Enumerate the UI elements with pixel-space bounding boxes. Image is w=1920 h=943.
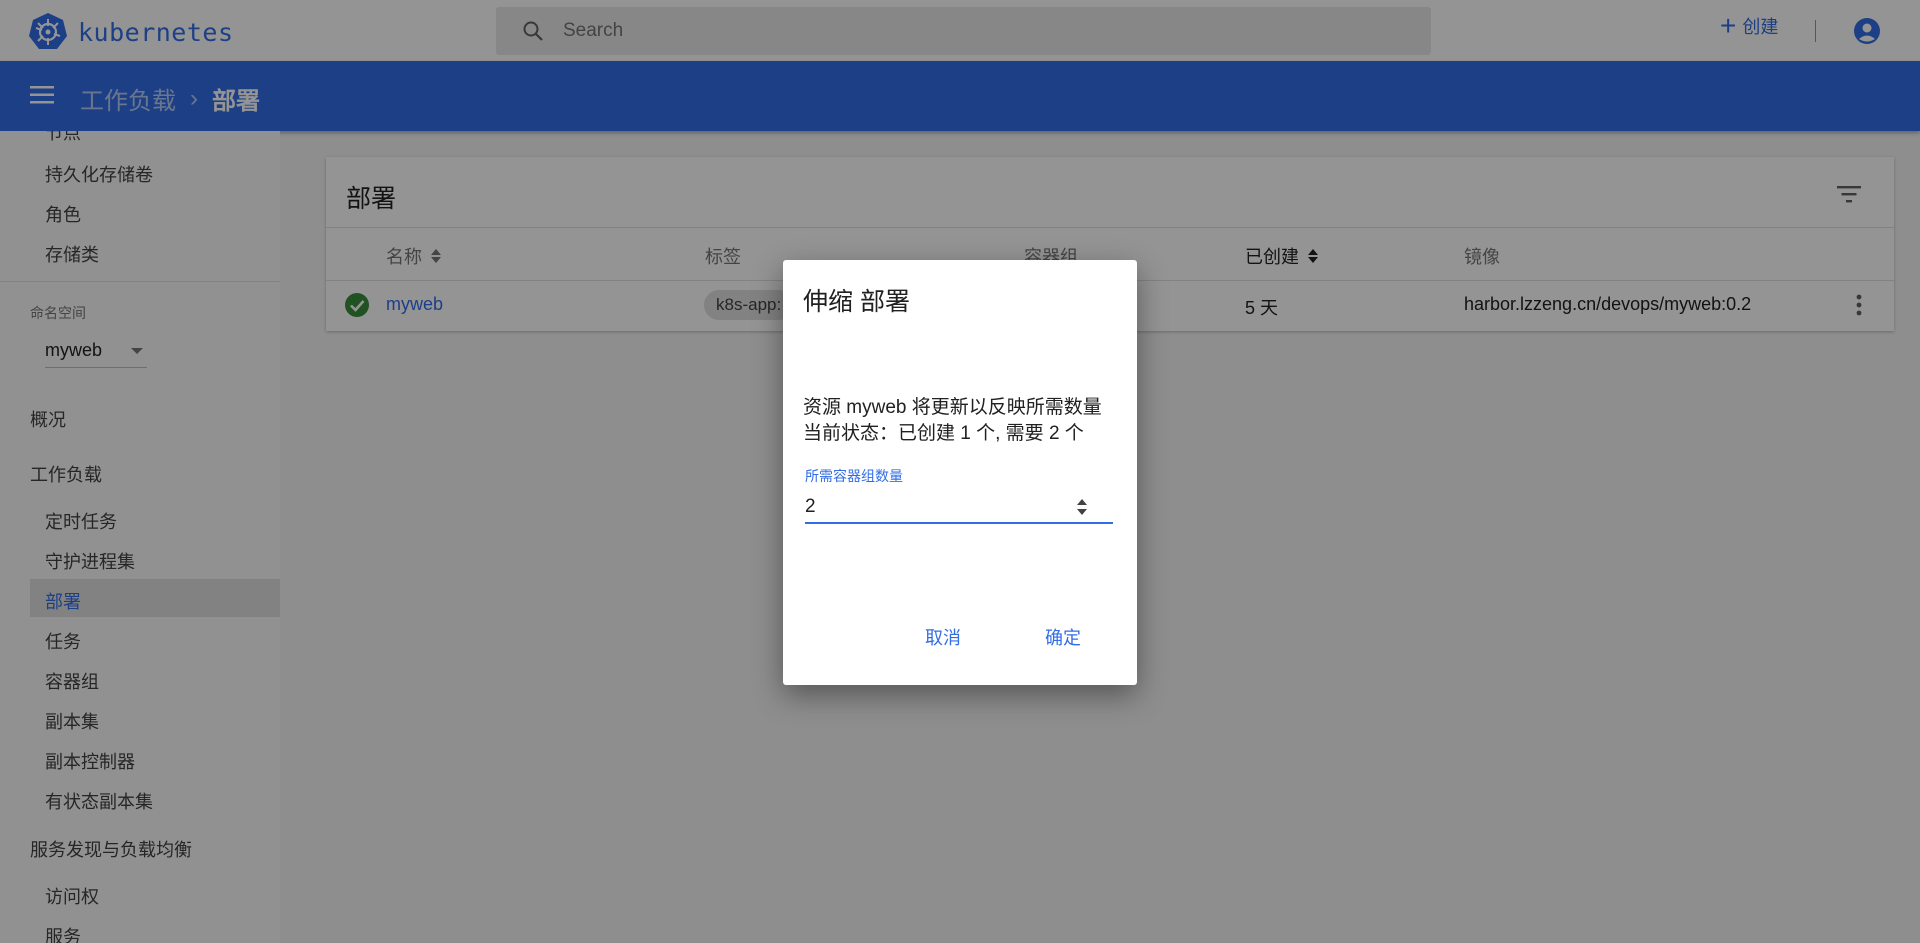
replicas-field [805, 492, 1113, 524]
replicas-field-label: 所需容器组数量 [805, 468, 903, 484]
scale-dialog: 伸缩 部署 资源 myweb 将更新以反映所需数量 当前状态：已创建 1 个, … [783, 260, 1137, 685]
dialog-title: 伸缩 部署 [803, 288, 910, 316]
dialog-description: 资源 myweb 将更新以反映所需数量 [803, 397, 1102, 418]
number-stepper-icon[interactable] [1075, 496, 1089, 518]
cancel-button[interactable]: 取消 [917, 620, 969, 654]
confirm-button[interactable]: 确定 [1037, 620, 1089, 654]
dialog-current-status: 当前状态：已创建 1 个, 需要 2 个 [803, 423, 1084, 444]
replicas-input[interactable] [805, 496, 1075, 518]
